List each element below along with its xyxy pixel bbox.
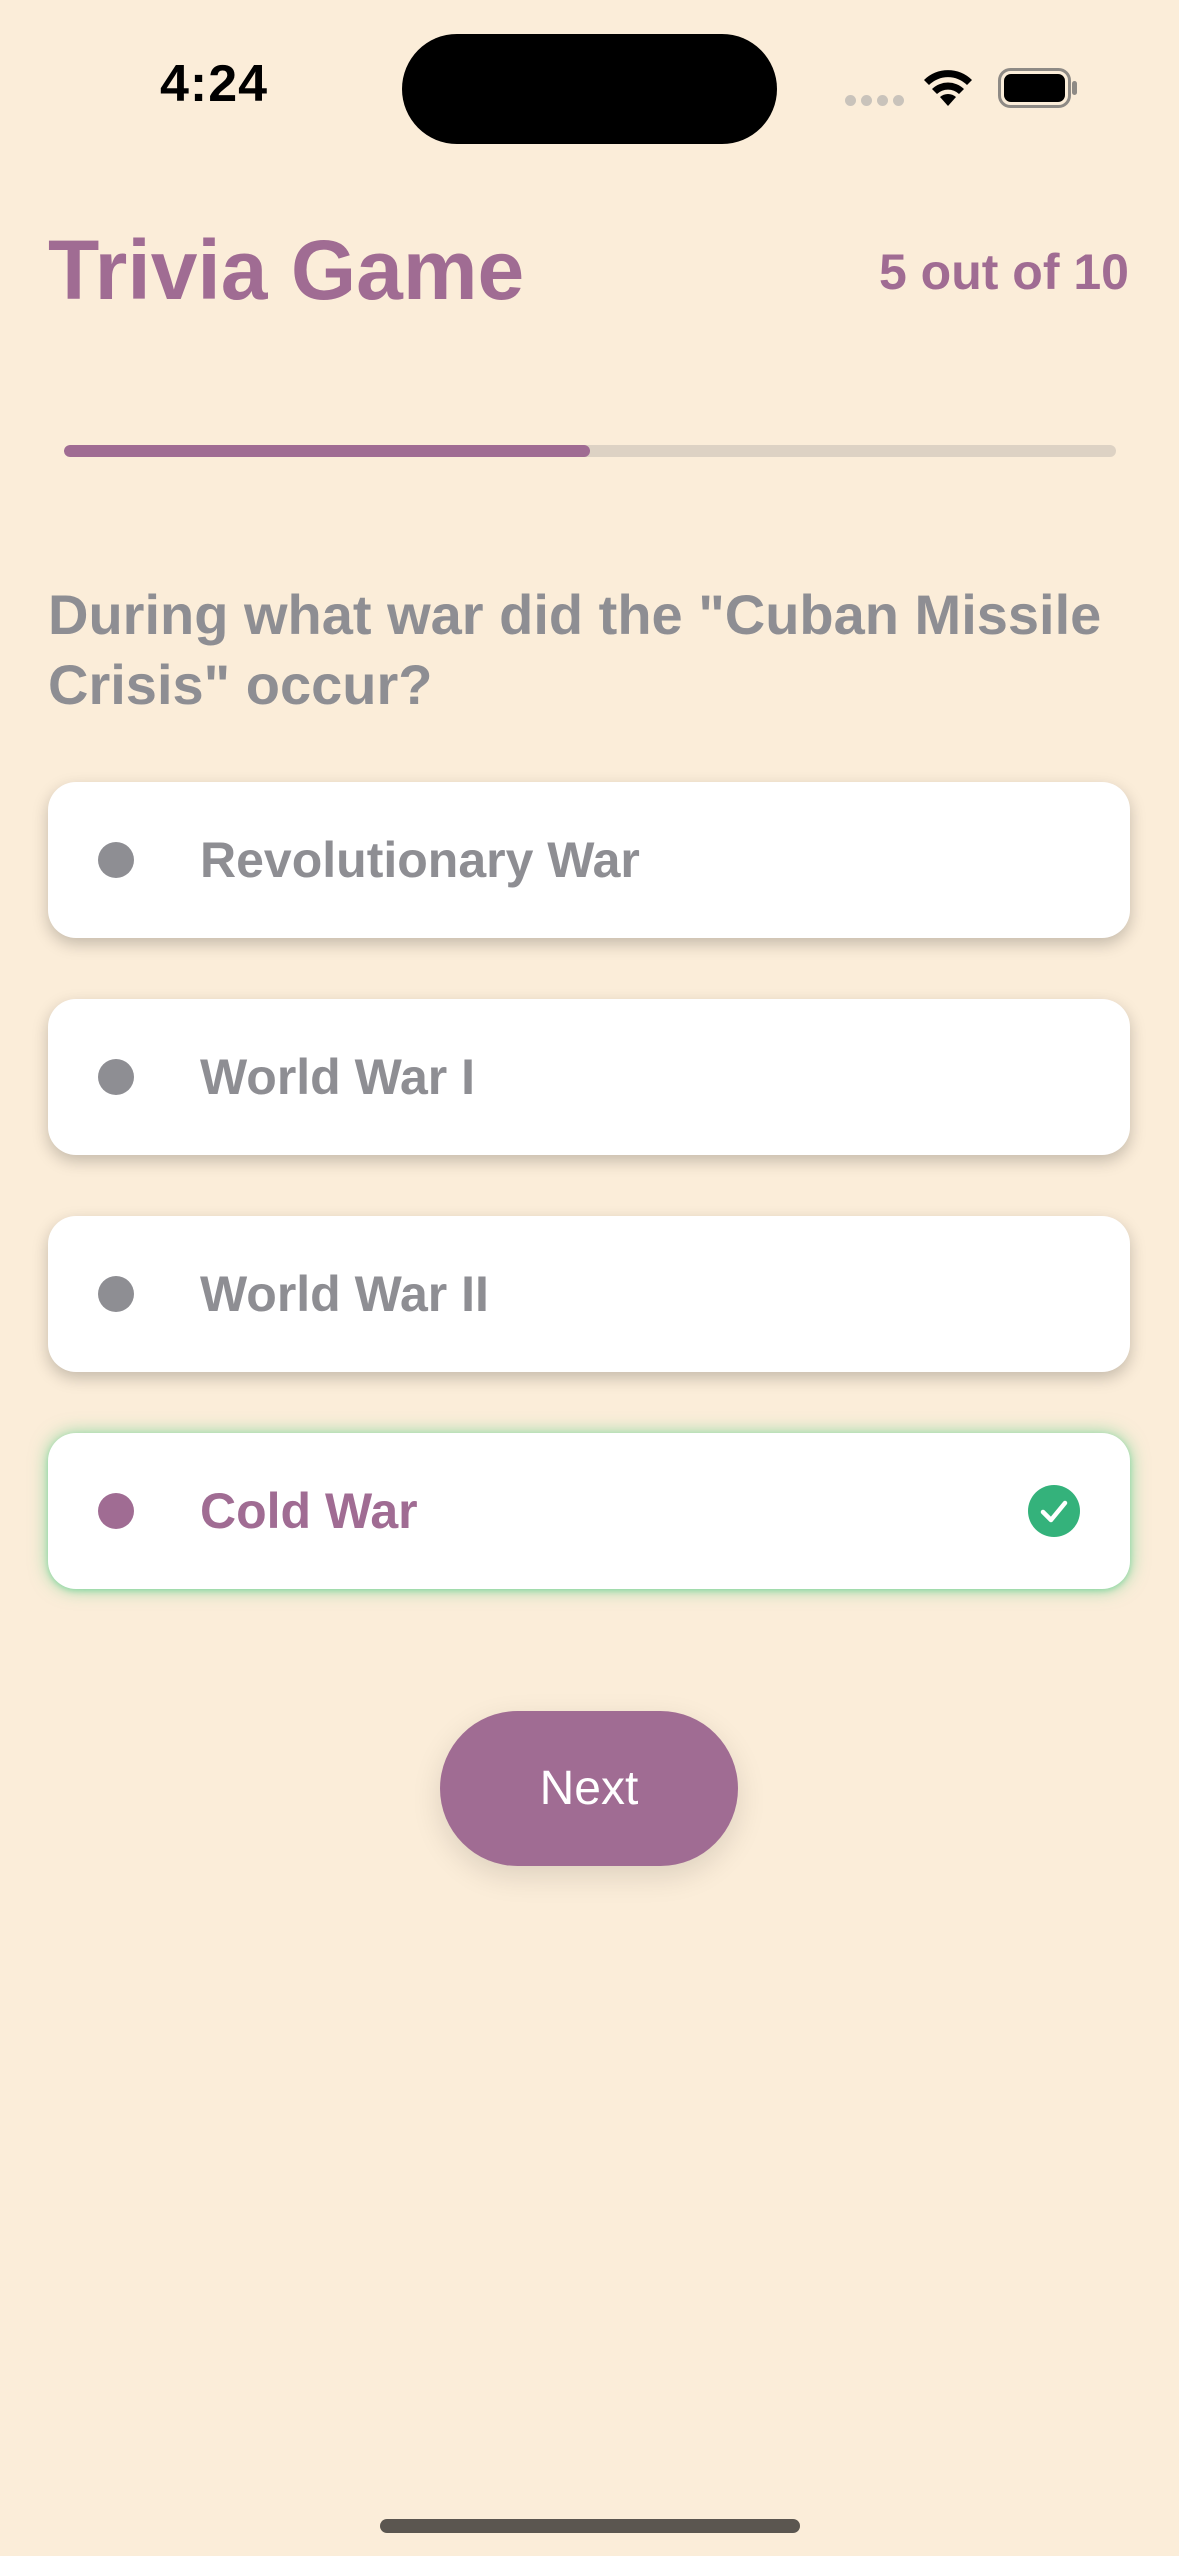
page-title: Trivia Game — [48, 223, 525, 317]
question-text: During what war did the "Cuban Missile C… — [48, 583, 1102, 716]
answer-option-label: World War I — [200, 1049, 475, 1105]
progress-bar — [64, 445, 1116, 457]
answer-option-revolutionary-war[interactable]: Revolutionary War — [48, 782, 1130, 938]
answer-option-cold-war[interactable]: Cold War — [48, 1433, 1130, 1589]
checkmark-circle-icon — [1028, 1485, 1080, 1537]
answer-option-label: Revolutionary War — [200, 832, 640, 888]
battery-icon — [998, 68, 1078, 108]
cellular-signal-icon — [845, 95, 905, 107]
status-bar: 4:24 — [0, 0, 1179, 170]
question-counter: 5 out of 10 — [878, 244, 1129, 300]
wifi-icon — [922, 66, 974, 108]
answer-options: Revolutionary War World War I World War … — [48, 782, 1130, 1650]
bullet-icon — [98, 1059, 134, 1095]
answer-option-world-war-ii[interactable]: World War II — [48, 1216, 1130, 1372]
bullet-icon — [98, 1493, 134, 1529]
progress-bar-fill — [64, 445, 590, 457]
answer-option-label: Cold War — [200, 1483, 418, 1539]
answer-option-world-war-i[interactable]: World War I — [48, 999, 1130, 1155]
status-time: 4:24 — [160, 55, 269, 113]
answer-option-label: World War II — [200, 1266, 489, 1322]
bullet-icon — [98, 1276, 134, 1312]
bullet-icon — [98, 842, 134, 878]
home-indicator[interactable] — [380, 2519, 800, 2533]
next-button[interactable]: Next — [440, 1711, 738, 1866]
dynamic-island — [402, 34, 777, 144]
